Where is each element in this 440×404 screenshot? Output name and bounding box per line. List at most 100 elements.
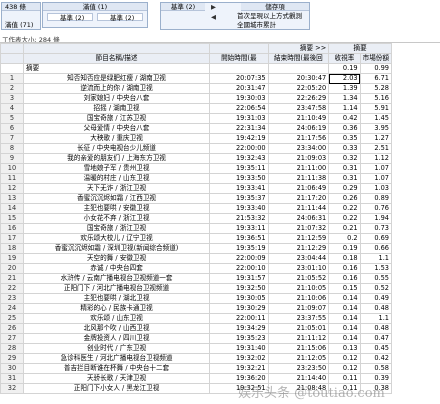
start-time-cell[interactable]: 22:00:10 — [209, 263, 269, 274]
table-row[interactable]: 12 天下无诈 / 浙江卫视 19:33:41 21:06:49 0.29 1.03 — [0, 183, 393, 194]
start-time-cell[interactable]: 20:31:47 — [209, 83, 269, 94]
end-time-cell[interactable]: 23:23:50 — [267, 363, 330, 374]
share-cell[interactable]: 0.47 — [359, 333, 393, 344]
column-header-share[interactable]: 市場份額 — [359, 53, 393, 64]
start-time-cell[interactable]: 19:42:19 — [209, 133, 269, 144]
rating-cell[interactable]: 0.31 — [328, 173, 361, 184]
table-row[interactable]: 6 父母爱情 / 中央台八套 22:31:34 24:06:19 0.36 3.95 — [0, 123, 393, 134]
end-time-cell[interactable]: 21:05:52 — [267, 273, 330, 284]
start-time-cell[interactable]: 20:07:35 — [209, 73, 269, 84]
end-time-cell[interactable]: 22:05:20 — [267, 83, 330, 94]
end-time-cell[interactable]: 23:01:10 — [267, 263, 330, 274]
table-row[interactable]: 1 知否知否应是绿肥红瘦 / 湖南卫视 20:07:35 20:30:47 2.03 6.… — [0, 73, 393, 84]
rating-cell[interactable]: 0.14 — [328, 313, 361, 324]
program-name-cell[interactable]: 温暖的村庄 / 山东卫视 — [22, 173, 211, 184]
rating-cell[interactable]: 0.12 — [328, 353, 361, 364]
program-name-cell[interactable]: 香蜜沉沉烬如霜 / 江西卫视 — [22, 193, 211, 204]
share-cell[interactable]: 1.27 — [359, 133, 393, 144]
program-name-cell[interactable]: 北风那个吹 / 山西卫视 — [22, 323, 211, 334]
count-box[interactable]: 438 條 滿值 (71) — [1, 2, 41, 30]
table-row[interactable]: 25 欢乐颂 / 山东卫视 22:00:11 23:37:55 0.14 1.1 — [0, 313, 393, 324]
table-row[interactable]: 5 国宝奇旅 / 江苏卫视 19:31:03 21:10:49 0.42 1.45 — [0, 113, 393, 124]
table-row[interactable]: 3 刘家媳妇 / 中央台八套 19:30:03 22:26:29 1.34 5.16 — [0, 93, 393, 104]
share-cell[interactable]: 0.76 — [359, 203, 393, 214]
end-time-cell[interactable]: 24:06:31 — [267, 213, 330, 224]
start-time-cell[interactable]: 22:31:34 — [209, 123, 269, 134]
program-name-cell[interactable]: 雪地娘子军 / 贵州卫视 — [22, 163, 211, 174]
end-time-cell[interactable]: 21:12:29 — [267, 243, 330, 254]
start-time-cell[interactable]: 19:30:05 — [209, 293, 269, 304]
start-time-cell[interactable]: 19:35:23 — [209, 333, 269, 344]
summary-end[interactable] — [267, 63, 330, 74]
end-time-cell[interactable]: 21:09:07 — [267, 303, 330, 314]
end-time-cell[interactable]: 21:17:20 — [267, 193, 330, 204]
start-time-cell[interactable]: 19:31:03 — [209, 113, 269, 124]
program-name-cell[interactable]: 大秧歌 / 重庆卫视 — [22, 133, 211, 144]
start-time-cell[interactable]: 19:35:11 — [209, 163, 269, 174]
table-row[interactable]: 22 正阳门下 / 河北广播电视台卫视频道 19:32:50 21:10:05 0.15… — [0, 283, 393, 294]
program-name-cell[interactable]: 招摇 / 湖南卫视 — [22, 103, 211, 114]
rating-cell[interactable]: 1.39 — [328, 83, 361, 94]
program-name-cell[interactable]: 主犯也要哄 / 安徽卫视 — [22, 203, 211, 214]
start-time-cell[interactable]: 19:33:41 — [209, 183, 269, 194]
share-cell[interactable]: 0.58 — [359, 363, 393, 374]
rating-cell[interactable]: 0.2 — [328, 233, 361, 244]
rating-cell[interactable]: 0.32 — [328, 153, 361, 164]
rating-cell[interactable]: 0.26 — [328, 193, 361, 204]
program-name-cell[interactable]: 急诊科医生 / 河北广播电视台卫视频道 — [22, 353, 211, 364]
end-time-cell[interactable]: 21:07:32 — [267, 223, 330, 234]
share-cell[interactable]: 0.45 — [359, 343, 393, 354]
table-row[interactable]: 29 急诊科医生 / 河北广播电视台卫视频道 19:32:02 21:12:05 0.1… — [0, 353, 393, 364]
table-row[interactable]: 8 长征 / 中央电视台少儿频道 22:00:00 23:34:00 0.33 2.51 — [0, 143, 393, 154]
start-time-cell[interactable]: 19:30:03 — [209, 93, 269, 104]
end-time-cell[interactable]: 22:26:29 — [267, 93, 330, 104]
rating-cell[interactable]: 0.35 — [328, 133, 361, 144]
share-cell[interactable]: 0.66 — [359, 243, 393, 254]
start-time-cell[interactable]: 19:30:29 — [209, 303, 269, 314]
share-cell[interactable]: 1.1 — [359, 253, 393, 264]
share-cell[interactable]: 1.1 — [359, 313, 393, 324]
end-time-cell[interactable]: 21:06:49 — [267, 183, 330, 194]
end-time-cell[interactable]: 21:11:38 — [267, 173, 330, 184]
share-cell[interactable]: 0.48 — [359, 303, 393, 314]
share-cell[interactable]: 1.94 — [359, 213, 393, 224]
table-row[interactable]: 9 我的亲爱的朋友们 / 上海东方卫视 19:32:43 21:09:03 0.32 1.… — [0, 153, 393, 164]
summary-label[interactable]: 摘要 — [22, 63, 211, 74]
start-time-cell[interactable]: 19:32:02 — [209, 353, 269, 364]
end-time-cell[interactable]: 23:47:58 — [267, 103, 330, 114]
table-row[interactable]: 15 小女花不弃 / 浙江卫视 21:53:32 24:06:31 0.22 1.94 — [0, 213, 393, 224]
rating-cell[interactable]: 0.22 — [328, 203, 361, 214]
program-name-cell[interactable]: 天空的舞 / 安徽卫视 — [22, 253, 211, 264]
share-cell[interactable]: 5.16 — [359, 93, 393, 104]
share-cell[interactable]: 0.48 — [359, 323, 393, 334]
table-row[interactable]: 4 招摇 / 湖南卫视 22:06:54 23:47:58 1.14 5.91 — [0, 103, 393, 114]
end-time-cell[interactable]: 21:12:59 — [267, 233, 330, 244]
summary-start[interactable] — [209, 63, 269, 74]
table-row[interactable]: 24 精彩的心 / 民族卡通卫视 19:30:29 21:09:07 0.14 0.48 — [0, 303, 393, 314]
start-time-cell[interactable]: 22:00:09 — [209, 253, 269, 264]
end-time-cell[interactable]: 23:04:44 — [267, 253, 330, 264]
end-time-cell[interactable]: 21:09:03 — [267, 153, 330, 164]
filter-mid2[interactable]: 基準 (2) — [97, 13, 143, 22]
program-name-cell[interactable]: 父母爱情 / 中央台八套 — [22, 123, 211, 134]
share-cell[interactable]: 1.07 — [359, 173, 393, 184]
start-time-cell[interactable]: 22:06:54 — [209, 103, 269, 114]
program-name-cell[interactable]: 主犯也要哄 / 湖北卫视 — [22, 293, 211, 304]
data-grid[interactable]: 摘要 >> 摘要 節目名稱/描述 開始時間(最 結束時間(最後回 收視率 市場份… — [0, 42, 440, 404]
start-time-cell[interactable]: 19:31:40 — [209, 343, 269, 354]
rating-cell[interactable]: 0.16 — [328, 273, 361, 284]
program-name-cell[interactable]: 欢乐颂 / 山东卫视 — [22, 313, 211, 324]
rating-cell[interactable]: 2.03 — [328, 73, 361, 84]
table-row[interactable]: 23 主犯也要哄 / 湖北卫视 19:30:05 21:10:06 0.14 0.49 — [0, 293, 393, 304]
table-row[interactable]: 14 主犯也要哄 / 安徽卫视 19:33:40 21:11:44 0.22 0.76 — [0, 203, 393, 214]
summary-share[interactable]: 0.99 — [359, 63, 393, 74]
share-cell[interactable]: 3.95 — [359, 123, 393, 134]
start-time-cell[interactable]: 22:00:00 — [209, 143, 269, 154]
arrow-left-icon[interactable]: ◀ — [211, 13, 216, 21]
summary-rating[interactable]: 0.19 — [328, 63, 361, 74]
rating-cell[interactable]: 0.12 — [328, 363, 361, 374]
start-time-cell[interactable]: 19:33:40 — [209, 203, 269, 214]
program-name-cell[interactable]: 欢乐颂大校儿 / 辽宁卫视 — [22, 233, 211, 244]
share-cell[interactable]: 0.52 — [359, 283, 393, 294]
rating-cell[interactable]: 0.29 — [328, 183, 361, 194]
